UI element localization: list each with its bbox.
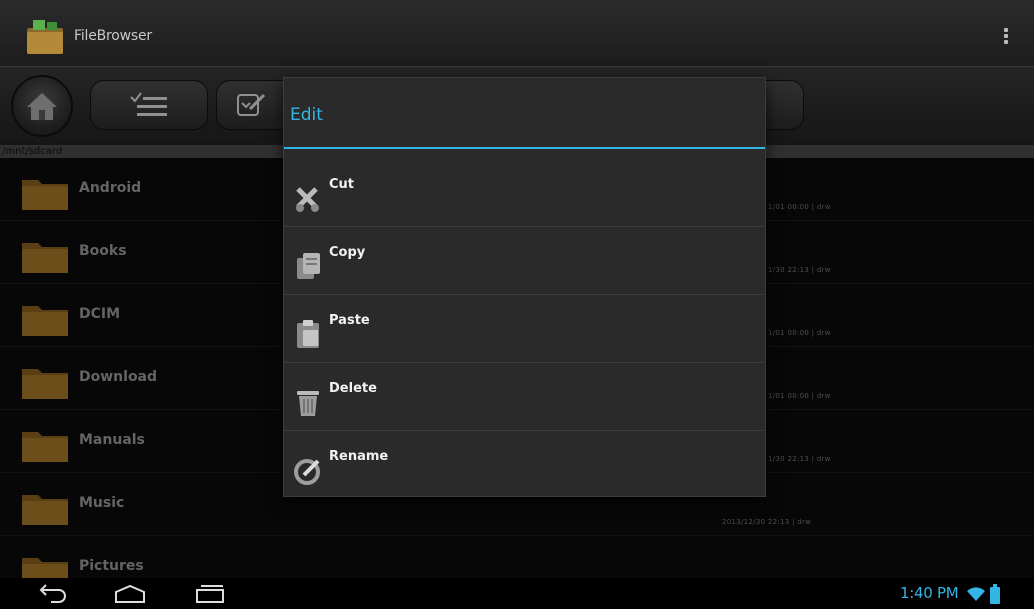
copy-icon xyxy=(297,253,320,279)
menu-item-label: Cut xyxy=(329,177,355,192)
status-clock: 1:40 PM xyxy=(900,584,959,602)
back-button[interactable] xyxy=(28,581,76,607)
menu-item-delete[interactable]: Delete xyxy=(284,363,765,431)
home-outline-icon xyxy=(115,584,145,603)
paste-icon xyxy=(297,320,319,348)
dialog-title: Edit xyxy=(290,105,323,125)
app-icon xyxy=(27,20,63,54)
system-nav-bar: 1:40 PM xyxy=(0,578,1034,609)
screen: FileBrowser /mnt/sdcard Android 1/01 00:… xyxy=(0,0,1034,609)
menu-item-label: Delete xyxy=(329,381,377,396)
wifi-icon xyxy=(967,587,985,601)
menu-item-cut[interactable]: Cut xyxy=(284,159,765,227)
home-nav-button[interactable] xyxy=(106,581,154,607)
trash-icon xyxy=(297,391,319,416)
edit-dialog: Edit Cut Copy Paste Delete Rename xyxy=(283,77,766,497)
recent-apps-button[interactable] xyxy=(186,581,234,607)
overflow-menu-icon[interactable] xyxy=(1000,26,1012,52)
menu-item-label: Paste xyxy=(329,313,370,328)
recent-apps-icon xyxy=(196,585,224,603)
scissors-icon xyxy=(296,187,319,212)
battery-icon xyxy=(990,584,1000,604)
menu-item-label: Copy xyxy=(329,245,366,260)
menu-item-label: Rename xyxy=(329,449,389,464)
dialog-divider xyxy=(284,147,765,149)
menu-item-paste[interactable]: Paste xyxy=(284,295,765,363)
app-title: FileBrowser xyxy=(74,28,152,44)
dialog-title-bar: Edit xyxy=(284,78,765,148)
back-icon xyxy=(39,584,66,603)
menu-item-rename[interactable]: Rename xyxy=(284,431,765,499)
rename-icon xyxy=(294,459,320,485)
action-bar: FileBrowser xyxy=(0,0,1034,67)
menu-item-copy[interactable]: Copy xyxy=(284,227,765,295)
